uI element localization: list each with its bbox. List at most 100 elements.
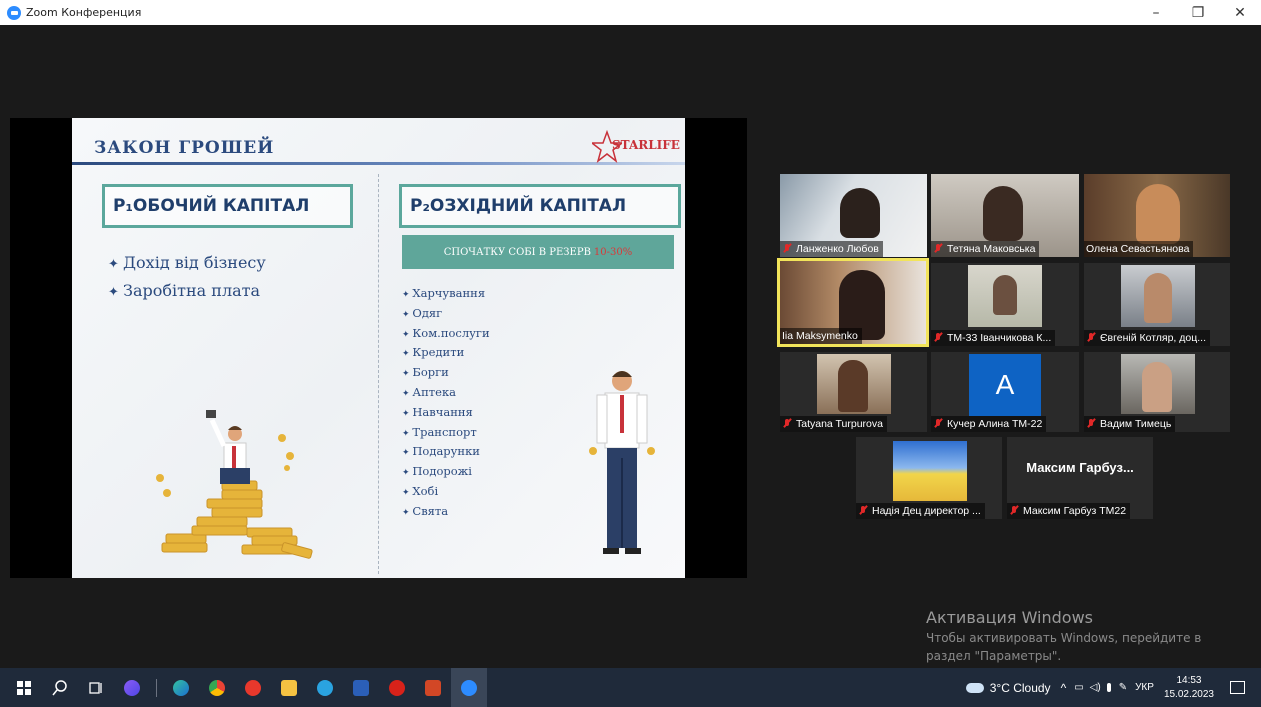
window-title: Zoom Конференция bbox=[26, 6, 142, 19]
reserve-banner: СПОЧАТКУ СОБІ В РЕЗЕРВ 10-30% bbox=[402, 235, 674, 269]
banner-text: СПОЧАТКУ СОБІ В РЕЗЕРВ bbox=[443, 246, 591, 258]
participant-name-label: Тетяна Маковська bbox=[931, 241, 1040, 257]
list-item: Дохід від бізнесу bbox=[108, 250, 266, 278]
participant-silhouette bbox=[1136, 184, 1180, 244]
muted-mic-icon bbox=[933, 243, 943, 255]
clock[interactable]: 14:53 15.02.2023 bbox=[1164, 674, 1214, 702]
list-item: Аптека bbox=[402, 384, 490, 404]
task-view-icon[interactable] bbox=[78, 668, 114, 707]
participant-name: Надія Дец директор ... bbox=[872, 505, 981, 517]
participant-silhouette bbox=[840, 188, 880, 238]
logo-text: STARLIFE bbox=[612, 138, 680, 152]
list-item: Заробітна плата bbox=[108, 278, 266, 306]
participant-name: Вадим Тимець bbox=[1100, 418, 1172, 430]
participant-tile-active-speaker[interactable]: Iia Maksymenko bbox=[777, 258, 929, 347]
participant-name: ТМ-33 Іванчикова К... bbox=[947, 332, 1052, 344]
start-icon[interactable] bbox=[6, 668, 42, 707]
list-item: Транспорт bbox=[402, 424, 490, 444]
chrome-icon[interactable] bbox=[199, 668, 235, 707]
slide-title: ЗАКОН ГРОШЕЙ bbox=[94, 138, 275, 158]
list-item: Хобі bbox=[402, 483, 490, 503]
language-indicator[interactable]: УКР bbox=[1135, 682, 1154, 693]
participant-name-label: ТМ-33 Іванчикова К... bbox=[931, 330, 1056, 346]
participant-name: Iia Maksymenko bbox=[782, 330, 858, 342]
participant-name-label: Кучер Алина ТМ-22 bbox=[931, 416, 1047, 432]
participant-tile[interactable]: Максим Гарбуз... Максим Гарбуз ТМ22 bbox=[1007, 437, 1153, 519]
zoom-app-icon bbox=[7, 5, 21, 20]
participant-tile[interactable]: Надія Дец директор ... bbox=[856, 437, 1002, 519]
opera-icon[interactable] bbox=[379, 668, 415, 707]
list-item: Кредити bbox=[402, 344, 490, 364]
close-button[interactable]: ✕ bbox=[1219, 0, 1261, 25]
muted-mic-icon bbox=[782, 243, 792, 255]
weather-text[interactable]: 3°C Cloudy bbox=[990, 681, 1051, 695]
banner-highlight: 10-30% bbox=[593, 246, 633, 258]
alice-icon[interactable] bbox=[114, 668, 150, 707]
expense-capital-box: Р₂ОЗХІДНИЙ КАПІТАЛ bbox=[399, 184, 681, 228]
yandex-icon[interactable] bbox=[235, 668, 271, 707]
muted-mic-icon bbox=[933, 418, 943, 430]
clock-date: 15.02.2023 bbox=[1163, 688, 1214, 700]
meeting-area: ЗАКОН ГРОШЕЙ STARLIFE Р₁ОБОЧИЙ КАПІТАЛ Р… bbox=[0, 25, 1261, 668]
file-explorer-icon[interactable] bbox=[271, 668, 307, 707]
participant-silhouette bbox=[1144, 273, 1172, 323]
participant-name-label: Вадим Тимець bbox=[1084, 416, 1176, 432]
telegram-icon[interactable] bbox=[307, 668, 343, 707]
list-item: Борги bbox=[402, 364, 490, 384]
muted-mic-icon bbox=[858, 505, 868, 517]
participant-name-label: Євгеній Котляр, доц... bbox=[1084, 330, 1210, 346]
shared-screen[interactable]: ЗАКОН ГРОШЕЙ STARLIFE Р₁ОБОЧИЙ КАПІТАЛ Р… bbox=[10, 118, 747, 578]
list-item: Харчування bbox=[402, 285, 490, 305]
speaker-icon[interactable]: ◁) bbox=[1090, 682, 1101, 693]
expense-list: Харчування Одяг Ком.послуги Кредити Борг… bbox=[402, 285, 490, 523]
list-item: Подорожі bbox=[402, 463, 490, 483]
participant-name: Максим Гарбуз ТМ22 bbox=[1023, 505, 1127, 517]
participant-silhouette bbox=[1142, 362, 1172, 412]
edge-icon[interactable] bbox=[163, 668, 199, 707]
slide-divider bbox=[378, 174, 379, 574]
participant-tile[interactable]: A Кучер Алина ТМ-22 bbox=[931, 352, 1079, 432]
income-list: Дохід від бізнесу Заробітна плата bbox=[108, 250, 266, 306]
activation-watermark-title: Активация Windows bbox=[926, 608, 1093, 627]
list-item: Навчання bbox=[402, 404, 490, 424]
windows-taskbar: 3°C Cloudy ^ ▭ ◁) ✎ УКР 14:53 15.02.2023 bbox=[0, 668, 1261, 707]
participant-silhouette bbox=[983, 186, 1023, 241]
word-icon[interactable] bbox=[343, 668, 379, 707]
participant-tile[interactable]: Євгеній Котляр, доц... bbox=[1084, 263, 1230, 346]
working-capital-box: Р₁ОБОЧИЙ КАПІТАЛ bbox=[102, 184, 353, 228]
flag-image bbox=[893, 441, 967, 501]
participant-name: Кучер Алина ТМ-22 bbox=[947, 418, 1043, 430]
search-icon[interactable] bbox=[42, 668, 78, 707]
list-item: Ком.послуги bbox=[402, 325, 489, 345]
participant-name: Олена Севастьянова bbox=[1086, 243, 1190, 255]
network-icon[interactable]: ▭ bbox=[1074, 682, 1083, 693]
participant-tile[interactable]: Tatyana Turpurova bbox=[780, 352, 927, 432]
participant-name-label: Надія Дец директор ... bbox=[856, 503, 985, 519]
system-tray: 3°C Cloudy ^ ▭ ◁) ✎ УКР 14:53 15.02.2023 bbox=[965, 668, 1261, 707]
participant-tile[interactable]: Тетяна Маковська bbox=[931, 174, 1079, 257]
participant-name-label: Максим Гарбуз ТМ22 bbox=[1007, 503, 1131, 519]
notifications-icon[interactable] bbox=[1230, 681, 1245, 694]
minimize-button[interactable]: – bbox=[1135, 0, 1177, 25]
restore-button[interactable]: ❐ bbox=[1177, 0, 1219, 25]
participant-tile[interactable]: ТМ-33 Іванчикова К... bbox=[931, 263, 1079, 346]
participant-name: Євгеній Котляр, доц... bbox=[1100, 332, 1206, 344]
list-item: Одяг bbox=[402, 305, 490, 325]
muted-mic-icon bbox=[1086, 418, 1096, 430]
powerpoint-icon[interactable] bbox=[415, 668, 451, 707]
participant-tile[interactable]: Вадим Тимець bbox=[1084, 352, 1230, 432]
muted-mic-icon bbox=[1086, 332, 1096, 344]
participant-silhouette bbox=[993, 275, 1017, 315]
participant-tile[interactable]: Ланженко Любов bbox=[780, 174, 927, 257]
participant-name: Тетяна Маковська bbox=[947, 243, 1036, 255]
pen-icon[interactable]: ✎ bbox=[1119, 682, 1127, 693]
participant-avatar: A bbox=[969, 354, 1041, 416]
participant-silhouette bbox=[838, 360, 868, 412]
chevron-up-icon[interactable]: ^ bbox=[1061, 681, 1067, 695]
title-bar: Zoom Конференция – ❐ ✕ bbox=[0, 0, 1261, 25]
microphone-icon[interactable] bbox=[1106, 683, 1111, 692]
zoom-icon[interactable] bbox=[451, 668, 487, 707]
participant-name-label: Олена Севастьянова bbox=[1084, 241, 1194, 257]
participant-tile[interactable]: Олена Севастьянова bbox=[1084, 174, 1230, 257]
muted-mic-icon bbox=[933, 332, 943, 344]
